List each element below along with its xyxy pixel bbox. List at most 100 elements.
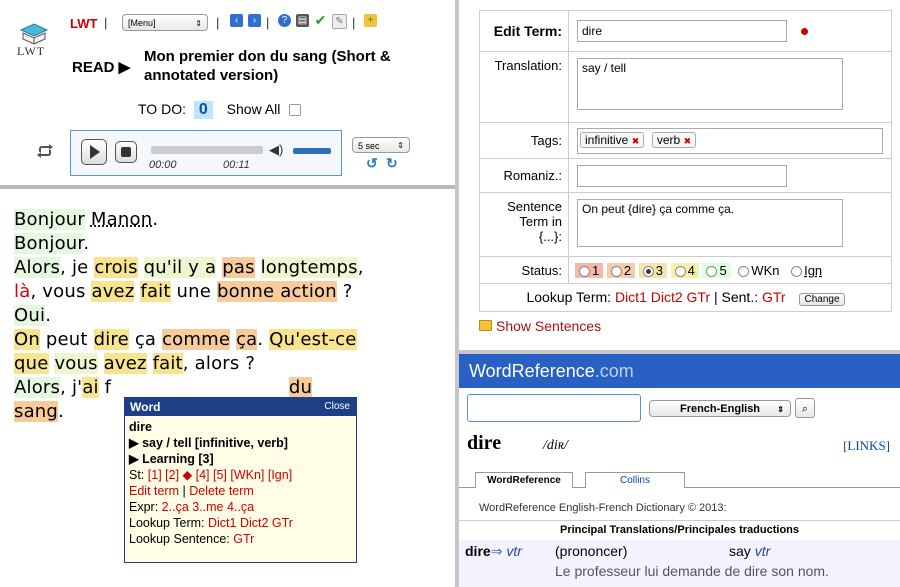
translation-textarea[interactable]: say / tell [577, 58, 843, 111]
next-text-icon[interactable]: › [248, 14, 261, 27]
reading-word[interactable]: Bonjour [14, 209, 85, 230]
reading-word[interactable]: Bonjour [14, 233, 84, 254]
read-label: READ ▶ [72, 59, 131, 76]
radio-button[interactable] [791, 265, 803, 277]
show-all-checkbox[interactable] [289, 104, 302, 117]
wr-links[interactable]: [LINKS] [843, 438, 890, 454]
wr-language-select[interactable]: French-English ⇕ [649, 400, 791, 417]
popup-expr-links[interactable]: 2..ça 3..me 4..ça [162, 500, 254, 514]
reading-word[interactable]: vous [54, 353, 98, 374]
reading-word[interactable]: dire [93, 329, 129, 350]
radio-button-selected[interactable] [642, 265, 654, 277]
popup-close-button[interactable]: Close [324, 398, 350, 416]
reading-word[interactable]: qu'il y a [143, 257, 217, 278]
popup-lookup-sentence-row: Lookup Sentence: GTr [129, 531, 352, 547]
popup-translation: ▶ say / tell [infinitive, verb] [129, 436, 288, 450]
reading-word[interactable]: avez [91, 281, 135, 302]
new-text-icon[interactable]: + [364, 14, 377, 27]
popup-lookup-sentence-label: Lookup Sentence: [129, 532, 230, 546]
romaniz-input[interactable] [577, 164, 787, 187]
reading-word[interactable]: bonne action [216, 281, 337, 302]
status-option-ign[interactable]: Ign [787, 263, 826, 278]
skip-seconds-select[interactable]: 5 sec ⇕ [352, 137, 410, 153]
reading-word[interactable]: fait [140, 281, 171, 302]
tag-remove-icon[interactable]: ✖ [632, 136, 640, 146]
reading-text-fragment: ça [128, 329, 163, 350]
reading-word[interactable]: Alors [14, 377, 61, 398]
reading-word[interactable]: longtemps [260, 257, 358, 278]
help-icon[interactable]: ? [278, 14, 291, 27]
wr-headword: dire [467, 432, 502, 454]
popup-lookup-sentence-link[interactable]: GTr [233, 532, 254, 546]
reading-line: là, vous avez fait une bonne action ? [14, 280, 444, 304]
rewind-icon[interactable]: ↺ [366, 155, 378, 172]
tag-chip[interactable]: infinitive ✖ [580, 131, 645, 148]
reading-word[interactable]: comme [162, 329, 231, 350]
status-option-5[interactable]: 5 [702, 262, 731, 278]
wr-conjugate-arrow-icon[interactable]: ⇒ [491, 543, 503, 559]
reading-word[interactable]: avez [103, 353, 147, 374]
wr-search-input[interactable] [467, 394, 641, 422]
wr-search-button[interactable]: ⌕ [795, 398, 815, 418]
status-option-3[interactable]: 3 [638, 262, 667, 278]
radio-button[interactable] [674, 265, 686, 277]
reading-word[interactable]: sang [14, 401, 59, 422]
forward-icon[interactable]: ↻ [386, 155, 398, 172]
sentence-textarea[interactable]: On peut {dire} ça comme ça. [577, 198, 843, 247]
tag-remove-icon[interactable]: ✖ [684, 136, 692, 146]
progress-bar[interactable] [151, 146, 263, 154]
reading-word[interactable]: Oui [14, 305, 46, 326]
reading-word[interactable]: On [14, 329, 40, 350]
radio-button[interactable] [610, 265, 622, 277]
stop-button[interactable] [115, 141, 137, 163]
tags-input[interactable]: infinitive ✖ verb ✖ [577, 127, 883, 154]
menu-select[interactable]: [Menu] ⇕ [122, 14, 208, 31]
reading-word[interactable]: fait [152, 353, 183, 374]
wr-tab-collins[interactable]: Collins [585, 472, 685, 488]
reading-word[interactable]: Alors [14, 257, 61, 278]
play-button[interactable] [81, 139, 107, 165]
status-option-4[interactable]: 4 [670, 262, 699, 278]
reading-word[interactable]: que [14, 353, 49, 374]
radio-button[interactable] [579, 265, 590, 277]
popup-expr-label: Expr: [129, 500, 159, 514]
dictionary-pane: WordReference.com French-English ⇕ ⌕ dire… [459, 354, 900, 587]
prev-text-icon[interactable]: ‹ [230, 14, 243, 27]
volume-slider[interactable] [293, 148, 331, 154]
volume-icon[interactable]: ◀) [269, 142, 283, 158]
reading-text-fragment: , vous [30, 281, 92, 302]
reading-word[interactable]: là [14, 281, 30, 302]
status-option-2[interactable]: 2 [606, 262, 636, 278]
reading-word[interactable]: pas [222, 257, 255, 278]
select-arrows-icon: ⇕ [195, 19, 202, 28]
edit-term-input[interactable] [577, 20, 787, 43]
wr-brand[interactable]: WordReference [469, 361, 595, 381]
radio-button[interactable] [706, 265, 718, 277]
lookup-dict-links[interactable]: Dict1 Dict2 GTr [615, 289, 710, 305]
reading-word[interactable]: Qu'est-ce [269, 329, 357, 350]
edit-term-link[interactable]: Edit term [129, 484, 179, 498]
status-option-label: 5 [719, 262, 727, 278]
wr-tab-wordreference[interactable]: WordReference [475, 472, 573, 488]
popup-status-links[interactable]: [1] [2] ◆ [4] [5] [WKn] [Ign] [148, 468, 292, 482]
lookup-sentence-link[interactable]: GTr [762, 289, 786, 305]
repeat-icon[interactable] [36, 144, 54, 158]
edit-text-icon[interactable]: ✎ [332, 14, 347, 29]
reading-word[interactable]: ça [236, 329, 258, 350]
popup-lookup-term-links[interactable]: Dict1 Dict2 GTr [208, 516, 293, 530]
reading-word[interactable]: crois [94, 257, 138, 278]
status-option-1[interactable]: 1 [575, 262, 604, 278]
reading-word[interactable]: Manon [91, 209, 152, 230]
reading-word[interactable]: ai [82, 377, 99, 398]
radio-button[interactable] [738, 265, 750, 277]
check-icon[interactable]: ✔ [314, 13, 327, 27]
reading-word[interactable]: du [288, 377, 313, 398]
status-option-wkn[interactable]: WKn [734, 263, 783, 278]
delete-term-link[interactable]: Delete term [189, 484, 254, 498]
lwt-home-link[interactable]: LWT [70, 16, 97, 31]
show-sentences-link[interactable]: Show Sentences [479, 318, 601, 334]
change-button[interactable]: Change [799, 292, 845, 306]
tag-chip[interactable]: verb ✖ [651, 131, 697, 148]
print-icon[interactable]: ▤ [296, 14, 309, 27]
sentence-label-line: {...}: [538, 228, 562, 244]
